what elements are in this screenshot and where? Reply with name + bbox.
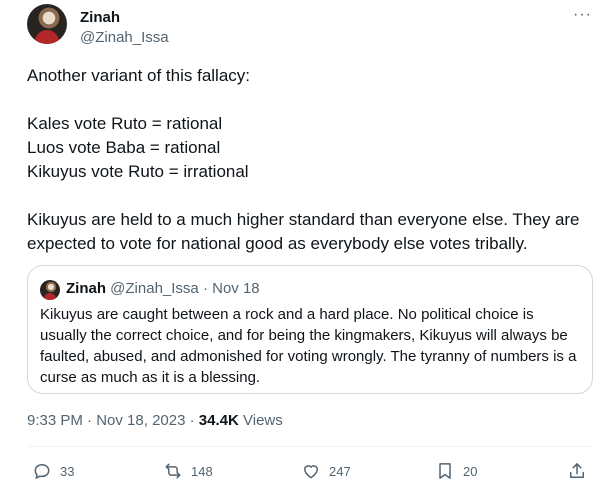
share-icon xyxy=(570,463,584,478)
divider xyxy=(27,446,593,447)
tweet-line: Kikuyus are held to a much higher standa… xyxy=(27,210,580,253)
bookmark-button[interactable]: 20 xyxy=(435,459,477,483)
timestamp-row: 9:33 PM · Nov 18, 2023 · 34.4K Views xyxy=(27,412,283,429)
more-icon[interactable]: ··· xyxy=(573,6,592,24)
quoted-header: Zinah @Zinah_Issa · Nov 18 xyxy=(66,280,260,297)
tweet-time[interactable]: 9:33 PM xyxy=(27,412,83,429)
quoted-separator: · xyxy=(202,280,208,297)
bookmark-count: 20 xyxy=(463,463,478,479)
tweet: Zinah @Zinah_Issa ··· Another variant of… xyxy=(0,0,612,495)
tweet-line: Another variant of this fallacy: xyxy=(27,66,251,85)
views-count: 34.4K xyxy=(198,412,239,429)
tweet-line: Kikuyus vote Ruto = irrational xyxy=(27,162,249,181)
retweet-count: 148 xyxy=(191,463,213,479)
reply-count: 33 xyxy=(60,463,75,479)
retweet-button[interactable]: 148 xyxy=(163,459,213,483)
heart-icon xyxy=(304,465,318,479)
tweet-line: Luos vote Baba = rational xyxy=(27,138,221,157)
quoted-avatar xyxy=(40,280,60,300)
tweet-date[interactable]: Nov 18, 2023 xyxy=(96,412,185,429)
quoted-handle: @Zinah_Issa xyxy=(110,280,199,297)
timestamp-separator: · xyxy=(189,412,195,429)
tweet-line: Kales vote Ruto = rational xyxy=(27,114,223,133)
tweet-text: Another variant of this fallacy: Kales v… xyxy=(27,64,597,256)
author-display-name[interactable]: Zinah xyxy=(80,9,120,26)
timestamp-separator: · xyxy=(87,412,93,429)
views-label: Views xyxy=(243,412,283,429)
reply-icon xyxy=(34,464,50,479)
like-count: 247 xyxy=(329,463,351,479)
bookmark-icon xyxy=(439,463,451,479)
reply-button[interactable]: 33 xyxy=(32,459,74,483)
quoted-tweet[interactable]: Zinah @Zinah_Issa · Nov 18 Kikuyus are c… xyxy=(27,265,593,394)
author-handle[interactable]: @Zinah_Issa xyxy=(80,29,169,46)
retweet-icon xyxy=(165,463,181,479)
quoted-display-name: Zinah xyxy=(66,280,106,297)
like-button[interactable]: 247 xyxy=(301,459,351,483)
quoted-date: Nov 18 xyxy=(212,280,260,297)
share-button[interactable] xyxy=(567,459,587,483)
avatar[interactable] xyxy=(27,4,67,44)
quoted-text: Kikuyus are caught between a rock and a … xyxy=(40,306,577,386)
